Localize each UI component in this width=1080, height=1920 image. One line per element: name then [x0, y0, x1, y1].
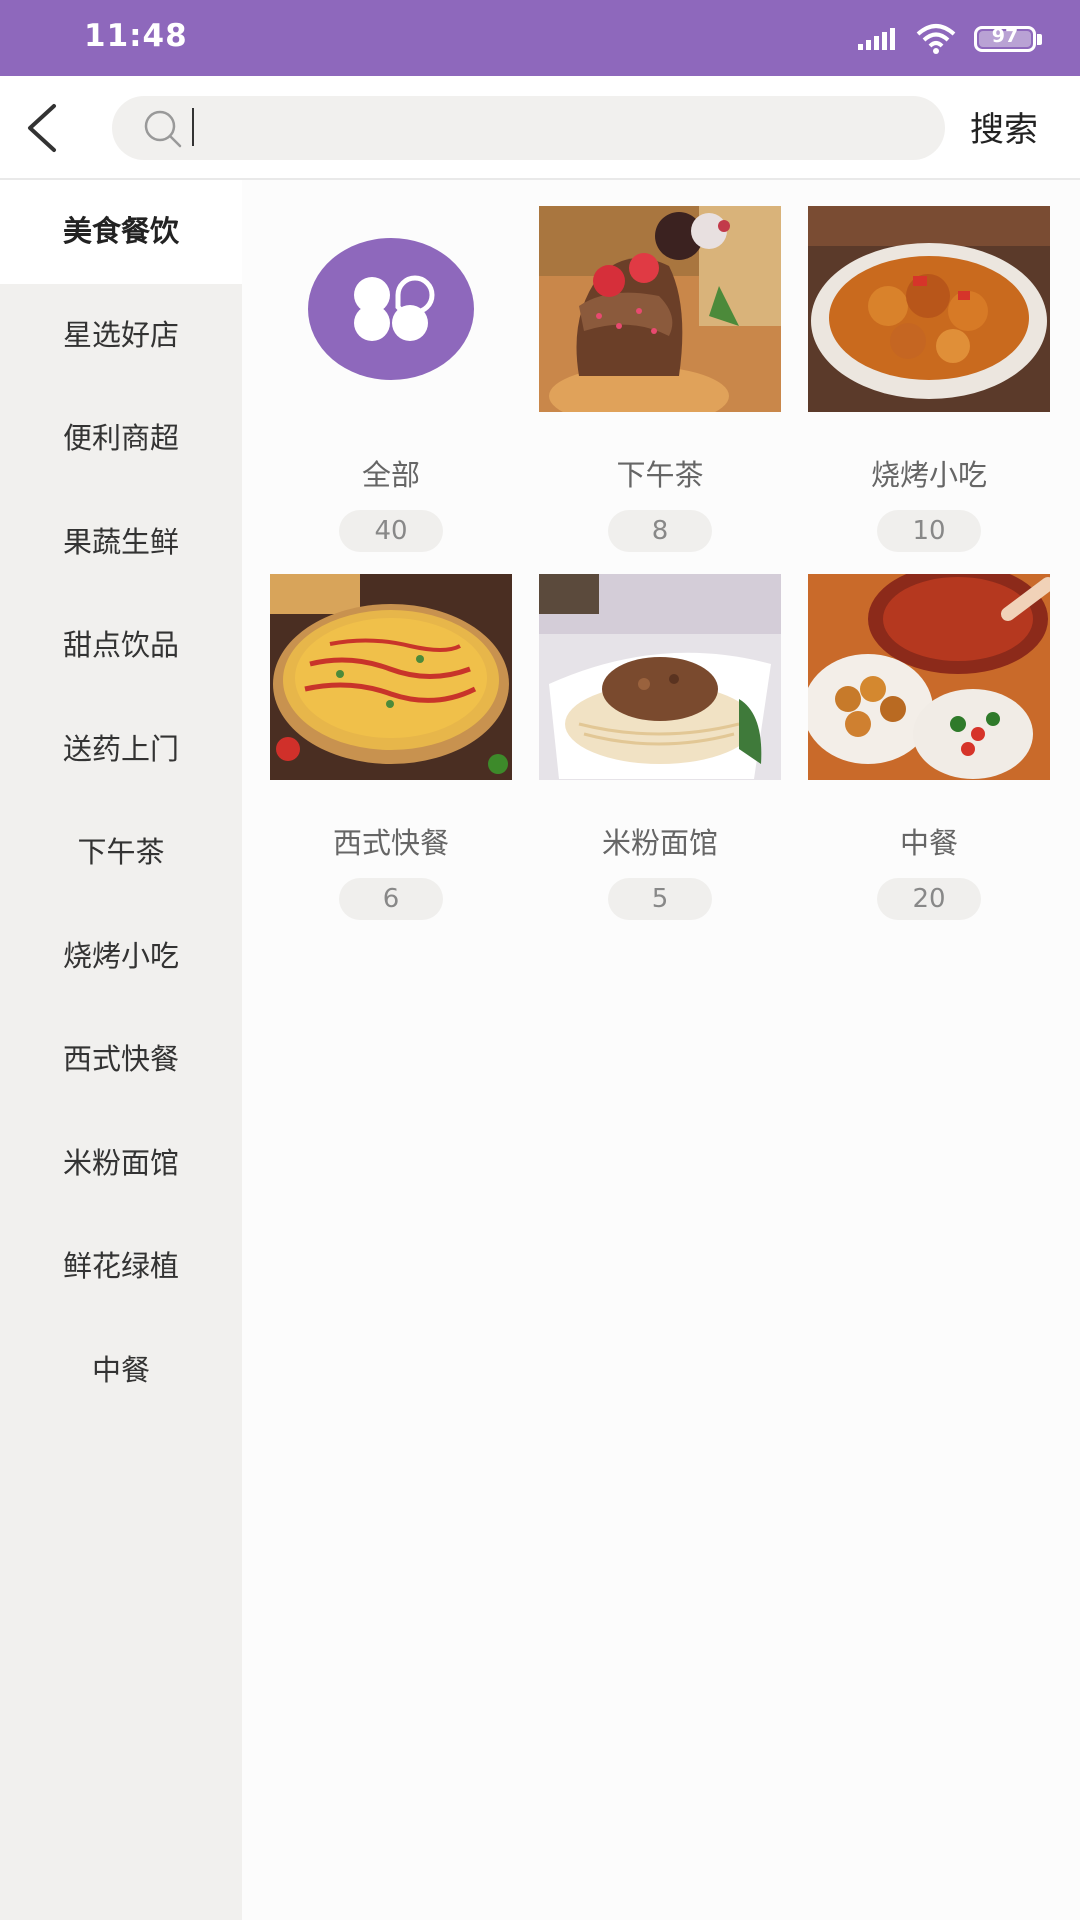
battery-tip	[1037, 34, 1042, 45]
category-name: 中餐	[899, 826, 958, 860]
search-header: 搜索	[0, 76, 1080, 180]
sidebar-item-medicine[interactable]: 送药上门	[0, 698, 242, 802]
sidebar-item-fresh-produce[interactable]: 果蔬生鲜	[0, 491, 242, 595]
sidebar-item-featured-stores[interactable]: 星选好店	[0, 284, 242, 388]
sidebar-item-food[interactable]: 美食餐饮	[0, 180, 242, 284]
status-time: 11:48	[84, 18, 188, 54]
afternoon-tea-photo	[539, 206, 781, 412]
category-name: 下午茶	[616, 458, 704, 492]
battery-icon: 97	[974, 25, 1036, 52]
search-button[interactable]: 搜索	[970, 102, 1038, 151]
sidebar-item-noodles[interactable]: 米粉面馆	[0, 1112, 242, 1216]
category-count-badge: 5	[608, 878, 712, 920]
battery-level: 97	[991, 25, 1019, 47]
sidebar-item-afternoon-tea[interactable]: 下午茶	[0, 801, 242, 905]
pizza-photo	[270, 574, 512, 780]
chinese-food-photo	[808, 574, 1050, 780]
status-bar: 11:48 97	[0, 0, 1080, 76]
search-icon	[144, 110, 182, 148]
sidebar-item-western-fastfood[interactable]: 西式快餐	[0, 1008, 242, 1112]
category-sidebar: 美食餐饮 星选好店 便利商超 果蔬生鲜 甜点饮品 送药上门 下午茶 烧烤小吃 西…	[0, 180, 242, 1920]
sidebar-item-chinese[interactable]: 中餐	[0, 1319, 242, 1423]
bbq-snack-photo	[808, 206, 1050, 412]
category-count-badge: 6	[339, 878, 443, 920]
category-name: 西式快餐	[332, 826, 449, 860]
wifi-icon	[916, 24, 956, 54]
search-box[interactable]	[112, 96, 945, 160]
category-name: 米粉面馆	[601, 826, 718, 860]
category-count-badge: 8	[608, 510, 712, 552]
sidebar-item-convenience[interactable]: 便利商超	[0, 387, 242, 491]
search-input[interactable]	[192, 104, 916, 154]
sidebar-item-bbq-snacks[interactable]: 烧烤小吃	[0, 905, 242, 1009]
noodle-photo	[539, 574, 781, 780]
category-count-badge: 20	[877, 878, 981, 920]
back-arrow-icon[interactable]	[18, 98, 78, 158]
category-name: 全部	[361, 458, 420, 492]
sidebar-item-flowers[interactable]: 鲜花绿植	[0, 1215, 242, 1319]
category-count-badge: 10	[877, 510, 981, 552]
category-name: 烧烤小吃	[870, 458, 987, 492]
signal-icon	[858, 28, 895, 50]
sidebar-item-desserts-drinks[interactable]: 甜点饮品	[0, 594, 242, 698]
all-categories-icon	[308, 238, 474, 380]
category-count-badge: 40	[339, 510, 443, 552]
